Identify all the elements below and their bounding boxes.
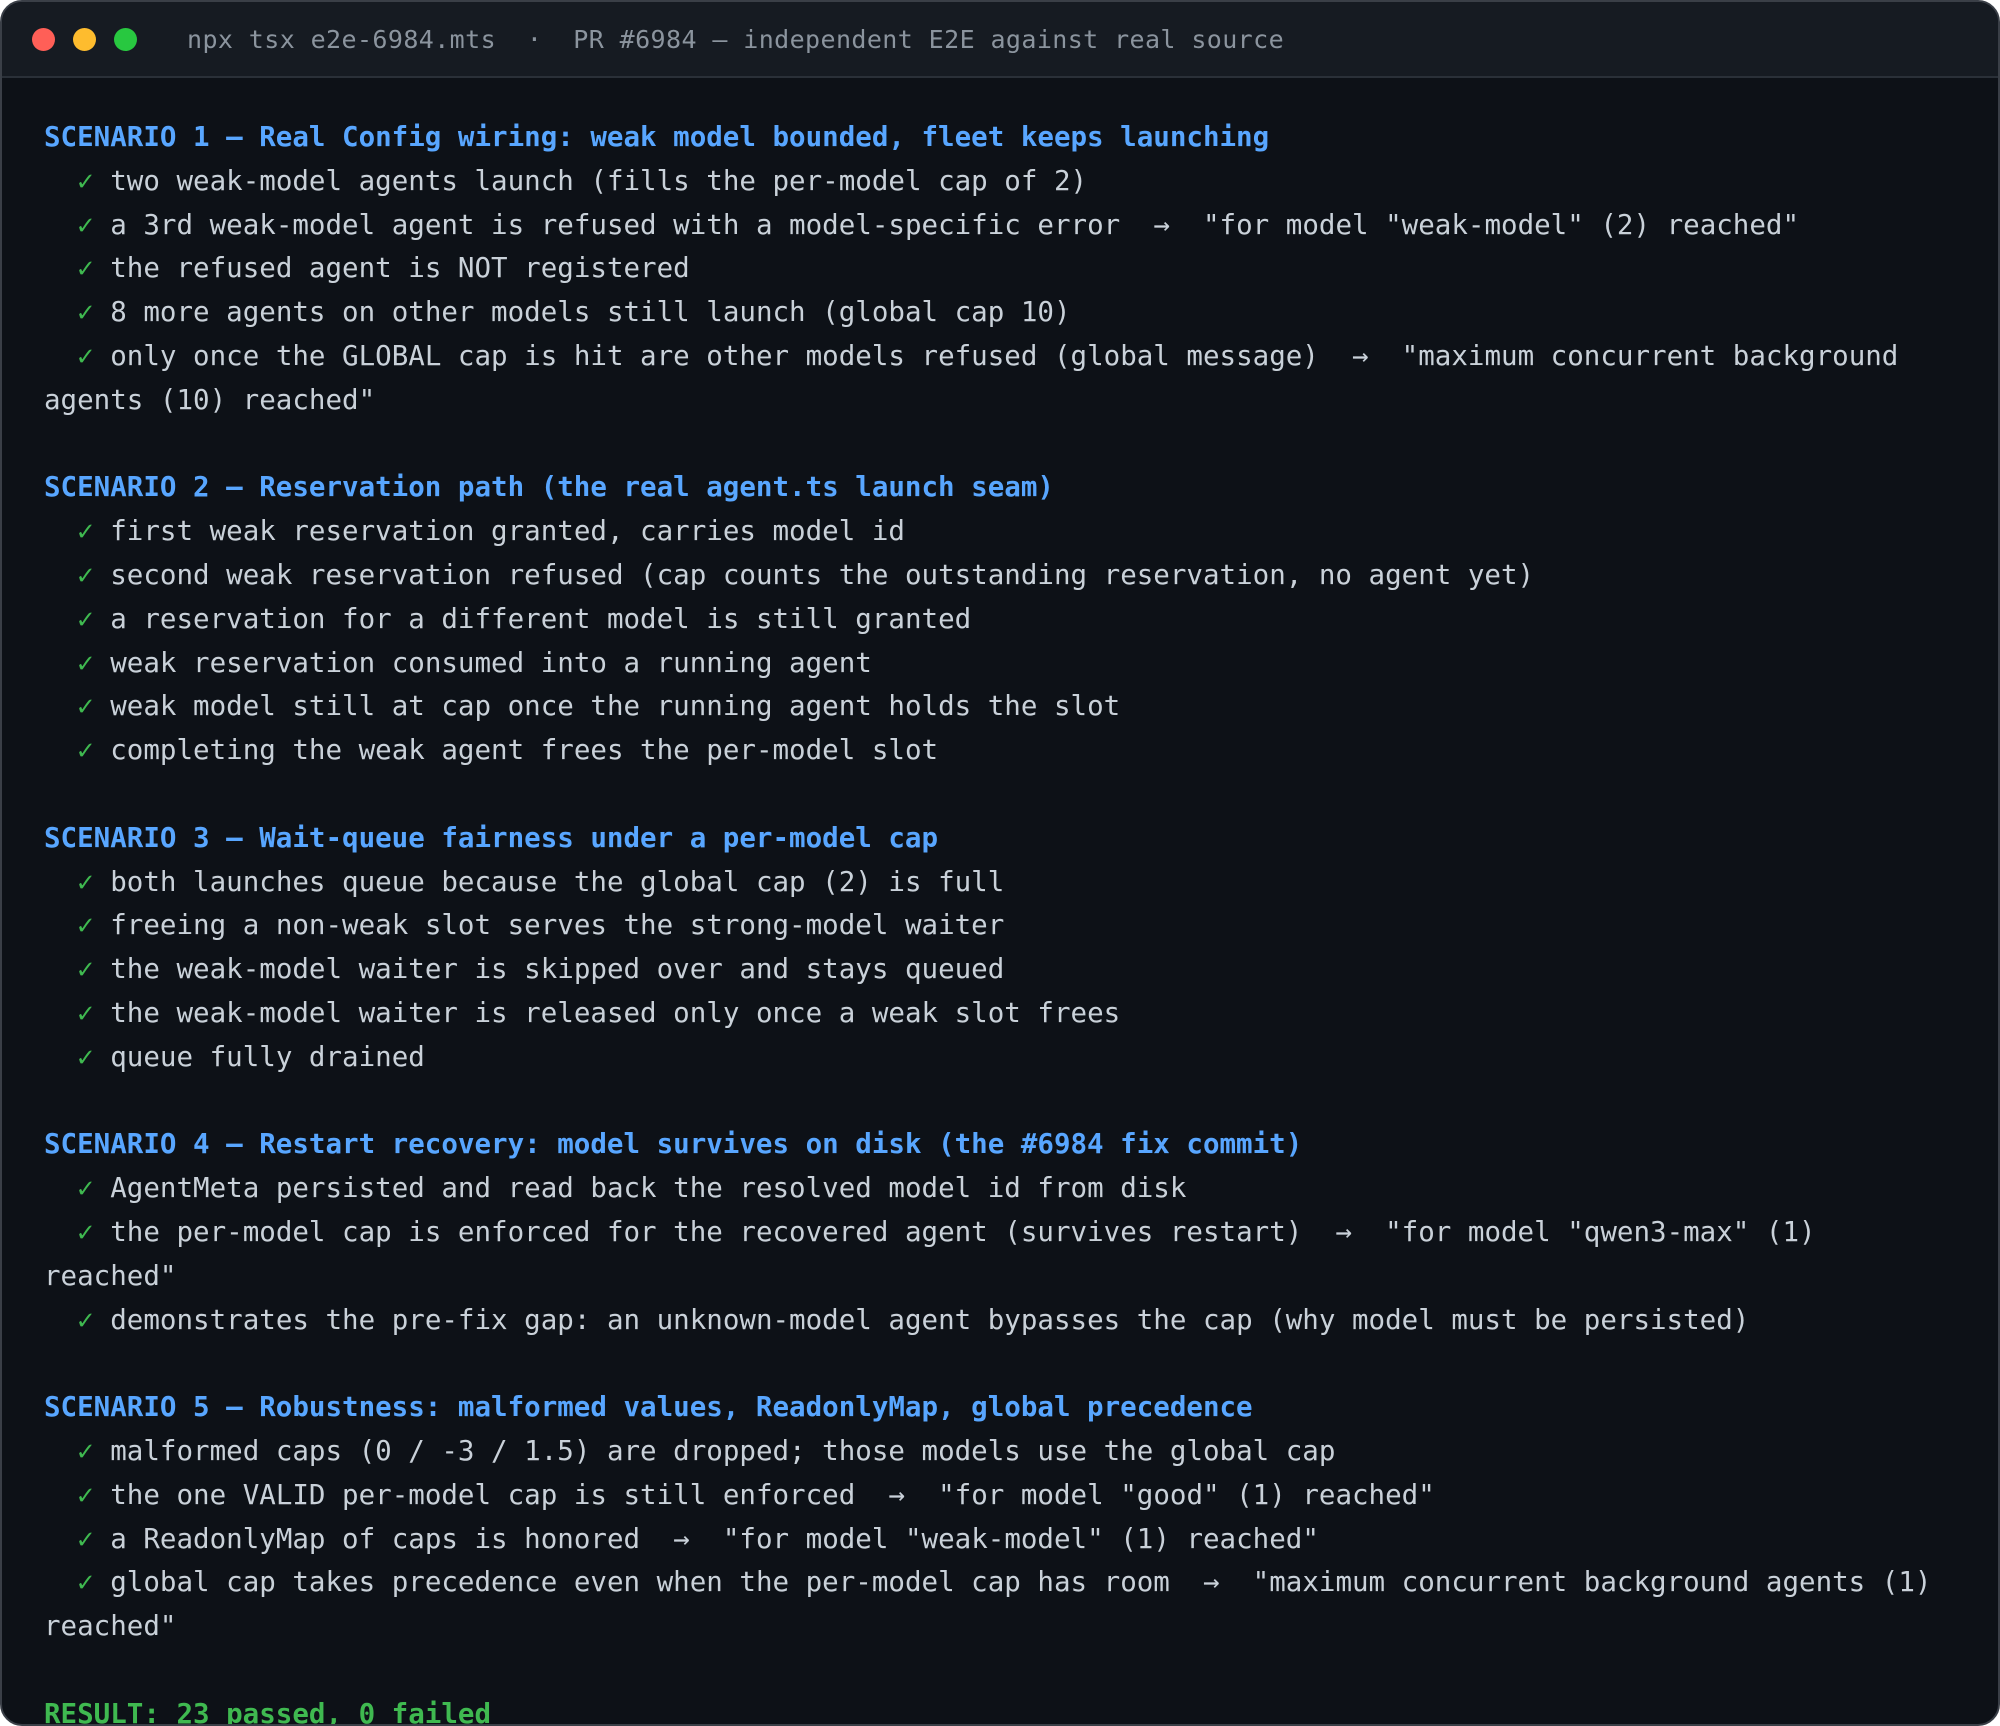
- scenario-section: SCENARIO 1 — Real Config wiring: weak mo…: [44, 116, 1956, 423]
- test-result-line: ✓ both launches queue because the global…: [44, 861, 1956, 905]
- arrow-icon: →: [1318, 339, 1402, 372]
- test-description: second weak reservation refused (cap cou…: [110, 558, 1535, 591]
- test-description: both launches queue because the global c…: [110, 865, 1005, 898]
- test-result-line: ✓ first weak reservation granted, carrie…: [44, 510, 1956, 554]
- scenario-title: SCENARIO 4 — Restart recovery: model sur…: [44, 1128, 1303, 1161]
- scenario-section: SCENARIO 2 — Reservation path (the real …: [44, 466, 1956, 773]
- terminal-output[interactable]: SCENARIO 1 — Real Config wiring: weak mo…: [2, 78, 1998, 1726]
- check-icon: ✓: [77, 865, 94, 898]
- arrow-icon: →: [855, 1478, 939, 1511]
- test-description: weak model still at cap once the running…: [110, 690, 1121, 723]
- minimize-window-button[interactable]: [73, 27, 96, 51]
- check-icon: ✓: [77, 296, 94, 329]
- scenario-section: SCENARIO 4 — Restart recovery: model sur…: [44, 1123, 1956, 1342]
- check-icon: ✓: [77, 252, 94, 285]
- check-icon: ✓: [77, 1303, 94, 1336]
- test-result-line: ✓ the per-model cap is enforced for the …: [44, 1211, 1956, 1299]
- test-result-line: ✓ weak model still at cap once the runni…: [44, 685, 1956, 729]
- terminal-window: npx tsx e2e-6984.mts · PR #6984 — indepe…: [0, 0, 2000, 1726]
- check-icon: ✓: [77, 515, 94, 548]
- test-description: global cap takes precedence even when th…: [110, 1566, 1170, 1599]
- check-icon: ✓: [77, 208, 94, 241]
- test-result-line: ✓ queue fully drained: [44, 1036, 1956, 1080]
- check-icon: ✓: [77, 1566, 94, 1599]
- scenario-title: SCENARIO 3 — Wait-queue fairness under a…: [44, 821, 939, 854]
- test-result-line: ✓ 8 more agents on other models still la…: [44, 291, 1956, 335]
- check-icon: ✓: [77, 558, 94, 591]
- check-icon: ✓: [77, 1522, 94, 1555]
- test-description: the one VALID per-model cap is still enf…: [110, 1478, 856, 1511]
- check-icon: ✓: [77, 690, 94, 723]
- test-description: freeing a non-weak slot serves the stron…: [110, 909, 1005, 942]
- test-result-line: ✓ the weak-model waiter is released only…: [44, 992, 1956, 1036]
- test-result-line: ✓ only once the GLOBAL cap is hit are ot…: [44, 335, 1956, 423]
- check-icon: ✓: [77, 602, 94, 635]
- title-bar: npx tsx e2e-6984.mts · PR #6984 — indepe…: [2, 2, 1998, 78]
- scenario-section: SCENARIO 5 — Robustness: malformed value…: [44, 1386, 1956, 1649]
- test-description: demonstrates the pre-fix gap: an unknown…: [110, 1303, 1750, 1336]
- test-description: AgentMeta persisted and read back the re…: [110, 1172, 1187, 1205]
- scenario-section: SCENARIO 3 — Wait-queue fairness under a…: [44, 817, 1956, 1080]
- test-description: a reservation for a different model is s…: [110, 602, 972, 635]
- test-result-line: ✓ completing the weak agent frees the pe…: [44, 729, 1956, 773]
- test-result-line: ✓ freeing a non-weak slot serves the str…: [44, 904, 1956, 948]
- arrow-icon: →: [1169, 1566, 1253, 1599]
- test-result-line: ✓ a reservation for a different model is…: [44, 598, 1956, 642]
- test-description: the per-model cap is enforced for the re…: [110, 1215, 1303, 1248]
- test-result-line: ✓ the one VALID per-model cap is still e…: [44, 1474, 1956, 1518]
- test-result-line: ✓ two weak-model agents launch (fills th…: [44, 160, 1956, 204]
- result-summary: RESULT: 23 passed, 0 failed: [44, 1697, 492, 1726]
- check-icon: ✓: [77, 996, 94, 1029]
- check-icon: ✓: [77, 339, 94, 372]
- arrow-icon: →: [1120, 208, 1203, 241]
- close-window-button[interactable]: [32, 27, 55, 51]
- test-description: malformed caps (0 / -3 / 1.5) are droppe…: [110, 1434, 1336, 1467]
- test-result-line: ✓ AgentMeta persisted and read back the …: [44, 1167, 1956, 1211]
- check-icon: ✓: [77, 1478, 94, 1511]
- test-result-line: ✓ weak reservation consumed into a runni…: [44, 642, 1956, 686]
- error-message: "for model "good" (1) reached": [938, 1478, 1435, 1511]
- test-description: completing the weak agent frees the per-…: [110, 734, 939, 767]
- test-result-line: ✓ demonstrates the pre-fix gap: an unkno…: [44, 1299, 1956, 1343]
- test-description: a ReadonlyMap of caps is honored: [110, 1522, 641, 1555]
- test-result-line: ✓ a ReadonlyMap of caps is honored → "fo…: [44, 1518, 1956, 1562]
- test-description: queue fully drained: [110, 1040, 425, 1073]
- test-result-line: ✓ the weak-model waiter is skipped over …: [44, 948, 1956, 992]
- test-result-line: ✓ malformed caps (0 / -3 / 1.5) are drop…: [44, 1430, 1956, 1474]
- test-description: first weak reservation granted, carries …: [110, 515, 905, 548]
- arrow-icon: →: [640, 1522, 723, 1555]
- test-description: the refused agent is NOT registered: [110, 252, 690, 285]
- test-result-line: ✓ a 3rd weak-model agent is refused with…: [44, 204, 1956, 248]
- error-message: "for model "weak-model" (1) reached": [722, 1522, 1319, 1555]
- check-icon: ✓: [77, 909, 94, 942]
- test-description: the weak-model waiter is released only o…: [110, 996, 1121, 1029]
- arrow-icon: →: [1302, 1215, 1386, 1248]
- test-description: the weak-model waiter is skipped over an…: [110, 953, 1005, 986]
- check-icon: ✓: [77, 1434, 94, 1467]
- error-message: "for model "weak-model" (2) reached": [1203, 208, 1800, 241]
- check-icon: ✓: [77, 953, 94, 986]
- test-description: a 3rd weak-model agent is refused with a…: [110, 208, 1121, 241]
- check-icon: ✓: [77, 1172, 94, 1205]
- test-result-line: ✓ second weak reservation refused (cap c…: [44, 554, 1956, 598]
- check-icon: ✓: [77, 1215, 94, 1248]
- test-result-line: ✓ global cap takes precedence even when …: [44, 1561, 1956, 1649]
- window-title: npx tsx e2e-6984.mts · PR #6984 — indepe…: [187, 24, 1285, 54]
- scenario-title: SCENARIO 2 — Reservation path (the real …: [44, 471, 1054, 504]
- test-description: weak reservation consumed into a running…: [110, 646, 872, 679]
- scenario-title: SCENARIO 1 — Real Config wiring: weak mo…: [44, 121, 1270, 153]
- check-icon: ✓: [77, 646, 94, 679]
- test-description: 8 more agents on other models still laun…: [110, 296, 1071, 329]
- test-description: two weak-model agents launch (fills the …: [110, 164, 1088, 197]
- test-description: only once the GLOBAL cap is hit are othe…: [110, 339, 1319, 372]
- check-icon: ✓: [77, 1040, 94, 1073]
- check-icon: ✓: [77, 734, 94, 767]
- maximize-window-button[interactable]: [114, 27, 137, 51]
- check-icon: ✓: [77, 164, 94, 197]
- scenario-title: SCENARIO 5 — Robustness: malformed value…: [44, 1391, 1253, 1424]
- test-result-line: ✓ the refused agent is NOT registered: [44, 247, 1956, 291]
